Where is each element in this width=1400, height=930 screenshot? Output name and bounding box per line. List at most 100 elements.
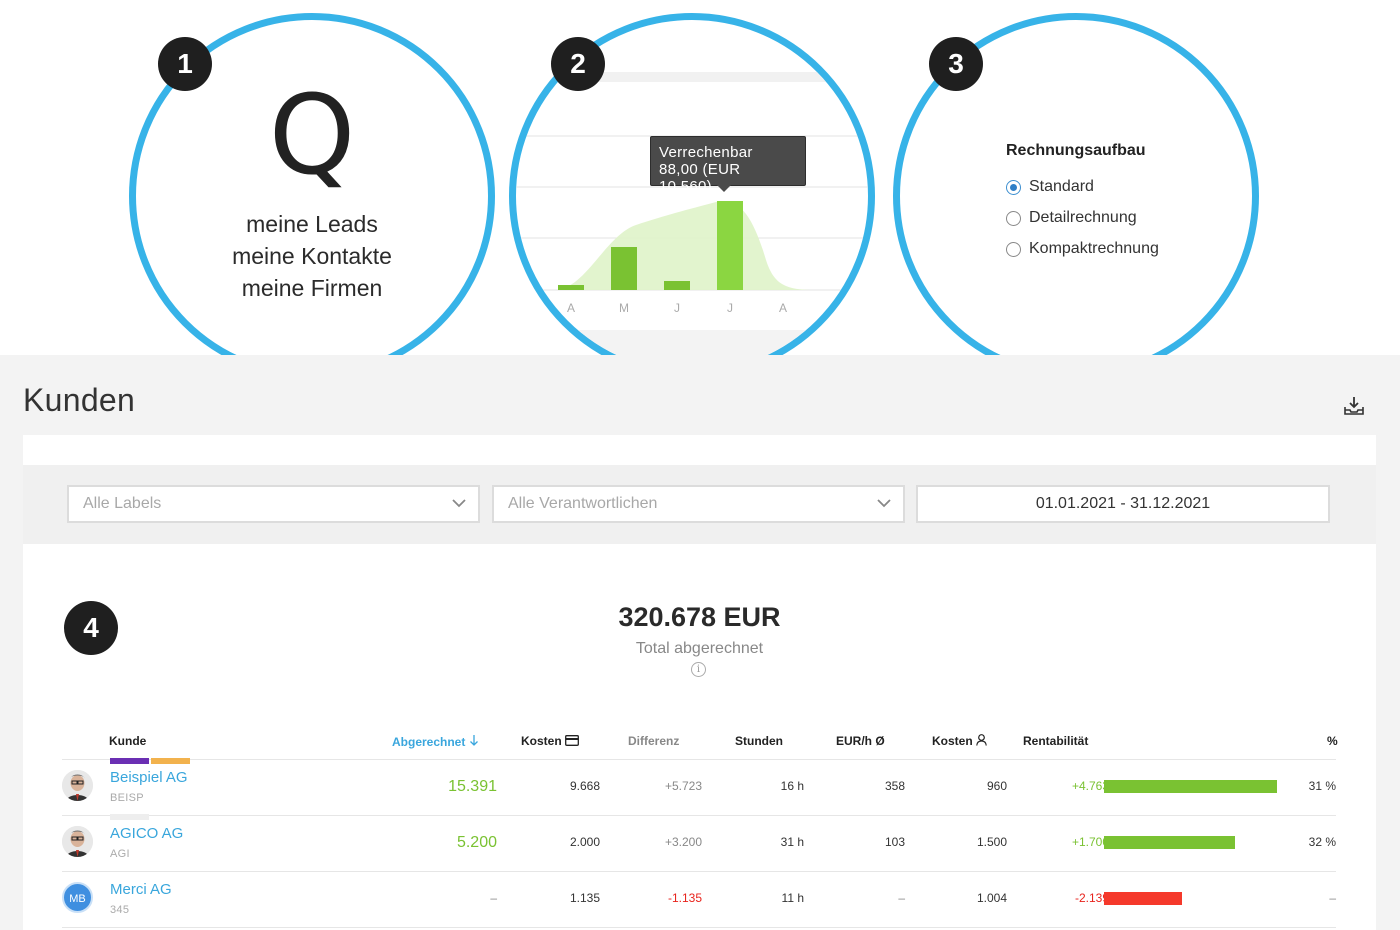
date-range-picker[interactable]: 01.01.2021 - 31.12.2021 — [916, 485, 1330, 523]
customer-code: 345 — [110, 904, 130, 916]
search-scope-contacts: meine Kontakte — [232, 243, 392, 269]
table-row[interactable]: MB Merci AG 345 – 1.135 -1.135 11 h – 1.… — [62, 871, 1336, 927]
profitability-bar — [1104, 836, 1235, 849]
hours-value: 31 h — [780, 835, 804, 849]
percent-value: – — [1329, 891, 1336, 905]
col-header-difference[interactable]: Differenz — [628, 734, 679, 748]
label-tags — [110, 814, 149, 820]
feature-badge-1: 1 — [158, 37, 212, 91]
radio-empty-icon[interactable] — [1006, 210, 1021, 226]
radio-label-standard: Standard — [1029, 178, 1094, 195]
top-white-strip — [23, 435, 1376, 465]
label-tags — [110, 758, 190, 764]
credit-card-icon — [565, 735, 579, 746]
total-billed-label: Total abgerechnet — [635, 640, 764, 657]
page-title: Kunden — [23, 382, 136, 418]
col-header-percent[interactable]: % — [1327, 734, 1338, 748]
eur-per-hour-value: – — [898, 891, 905, 905]
person-costs-value: 1.004 — [976, 891, 1007, 905]
eur-per-hour-value: 358 — [884, 779, 905, 793]
download-tray-icon[interactable] — [1343, 396, 1365, 416]
hours-value: 16 h — [780, 779, 804, 793]
col-header-billed-label: Abgerechnet — [392, 735, 466, 749]
hours-value: 11 h — [781, 891, 804, 905]
radio-option-standard[interactable]: Standard — [1006, 178, 1094, 196]
feature-badge-4: 4 — [64, 601, 118, 655]
chart-month-label: A — [567, 301, 575, 315]
radio-option-detail[interactable]: Detailrechnung — [1006, 209, 1137, 227]
percent-value: 32 % — [1308, 835, 1336, 849]
customer-code: AGI — [110, 848, 130, 860]
chart-month-label: M — [619, 301, 629, 315]
customer-name-link[interactable]: AGICO AG — [110, 825, 183, 842]
col-header-person-costs[interactable]: Kosten — [932, 734, 987, 748]
col-header-costs[interactable]: Kosten — [521, 734, 579, 748]
avatar — [62, 770, 93, 801]
feature-badge-3: 3 — [929, 37, 983, 91]
customers-page: Kunden Alle Labels Alle Verantwortlichen… — [0, 355, 1400, 930]
filter-bar: Alle Labels Alle Verantwortlichen 01.01.… — [23, 465, 1376, 544]
billed-value: – — [490, 891, 497, 905]
labels-filter-select[interactable]: Alle Labels — [67, 485, 480, 523]
person-costs-value: 1.500 — [976, 835, 1007, 849]
billed-value: 15.391 — [448, 778, 497, 795]
invoice-layout-title: Rechnungsaufbau — [1006, 142, 1146, 159]
feature-badge-2: 2 — [551, 37, 605, 91]
customer-code: BEISP — [110, 792, 144, 804]
tooltip-title: Verrechenbar — [659, 144, 753, 161]
chart-tooltip: Verrechenbar 88,00 (EUR 10.560) — [650, 136, 806, 195]
total-billed-value: 320.678 EUR — [618, 602, 781, 632]
avatar: MB — [62, 882, 93, 913]
chart-bar — [611, 247, 637, 290]
chart-month-label: J — [674, 301, 680, 315]
radio-option-compact[interactable]: Kompaktrechnung — [1006, 240, 1159, 258]
row-divider — [62, 927, 1336, 928]
person-photo-icon — [62, 770, 93, 801]
difference-value: +3.200 — [664, 835, 702, 849]
col-header-customer[interactable]: Kunde — [109, 734, 146, 748]
search-scope-list: meine Leads meine Kontakte meine Firmen — [136, 208, 488, 304]
profitability-bar — [1104, 892, 1182, 905]
person-costs-value: 960 — [986, 779, 1007, 793]
customer-name-link[interactable]: Merci AG — [110, 881, 172, 898]
difference-value: -1.135 — [667, 891, 702, 905]
chevron-down-icon — [452, 499, 466, 508]
chart-month-label: S — [832, 301, 840, 315]
chart-bar — [717, 201, 743, 290]
profitability-bar — [1104, 780, 1277, 793]
chart-month-label: A — [779, 301, 787, 315]
col-header-billed[interactable]: Abgerechnet — [392, 734, 479, 749]
table-row[interactable]: AGICO AG AGI 5.200 2.000 +3.200 31 h 103… — [62, 814, 1336, 871]
radio-empty-icon[interactable] — [1006, 241, 1021, 257]
difference-value: +5.723 — [664, 779, 702, 793]
customer-name-link[interactable]: Beispiel AG — [110, 769, 188, 786]
eur-per-hour-value: 103 — [884, 835, 905, 849]
labels-filter-placeholder: Alle Labels — [83, 495, 162, 512]
person-photo-icon — [62, 826, 93, 857]
label-tag — [110, 758, 149, 764]
radio-label-compact: Kompaktrechnung — [1029, 240, 1159, 257]
col-header-hours[interactable]: Stunden — [735, 734, 783, 748]
info-icon[interactable]: i — [691, 662, 706, 677]
chart-bar — [558, 285, 584, 290]
col-header-profitability[interactable]: Rentabilität — [1023, 734, 1088, 748]
percent-value: 31 % — [1308, 779, 1336, 793]
col-header-costs-label: Kosten — [521, 734, 562, 748]
search-q-icon: Q — [268, 71, 356, 199]
table-row[interactable]: Beispiel AG BEISP 15.391 9.668 +5.723 16… — [62, 758, 1336, 815]
person-icon — [976, 734, 987, 746]
screenshot-root: 1 Q meine Leads meine Kontakte meine Fir… — [0, 0, 1400, 930]
col-header-person-costs-label: Kosten — [932, 734, 973, 748]
responsible-filter-select[interactable]: Alle Verantwortlichen — [492, 485, 905, 523]
avatar — [62, 826, 93, 857]
label-tag — [151, 758, 190, 764]
col-header-eur-per-hour[interactable]: EUR/h Ø — [836, 734, 885, 748]
radio-label-detail: Detailrechnung — [1029, 209, 1137, 226]
customers-report: 4 320.678 EUR Total abgerechnet i Kunde … — [23, 544, 1376, 930]
billed-value: 5.200 — [456, 834, 497, 851]
chart-bar — [664, 281, 690, 290]
radio-selected-icon[interactable] — [1006, 179, 1021, 195]
chart-month-label: J — [727, 301, 733, 315]
label-tag — [110, 814, 149, 820]
costs-value: 1.135 — [569, 891, 600, 905]
